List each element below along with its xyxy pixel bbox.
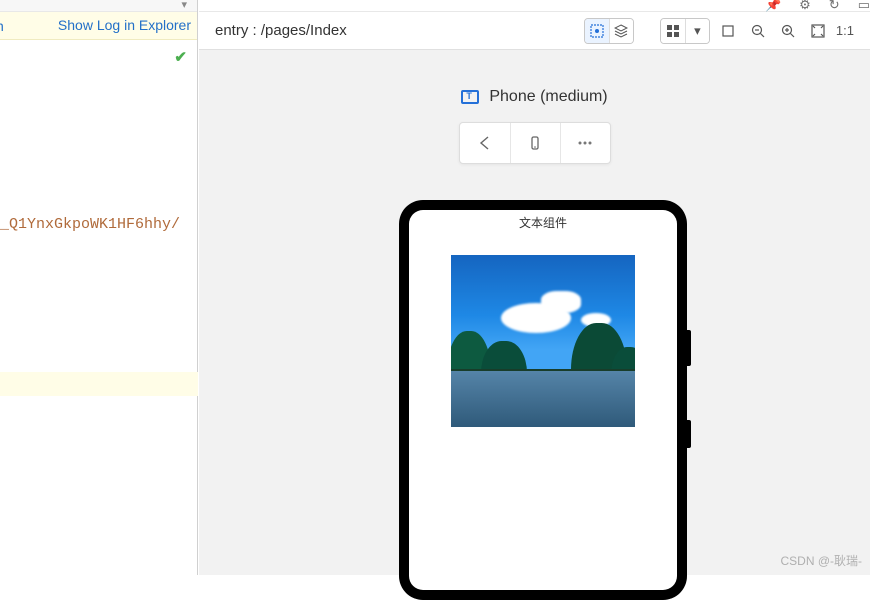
crop-button[interactable] xyxy=(716,19,740,43)
device-control-group xyxy=(459,122,611,164)
entry-bar: entry : /pages/Index ▾ xyxy=(199,12,870,50)
layout-group: ▾ xyxy=(660,18,710,44)
phone-screen: 文本组件 xyxy=(409,210,677,590)
inspect-group xyxy=(584,18,634,44)
device-controls xyxy=(199,122,870,164)
inspect-button[interactable] xyxy=(585,19,609,43)
view-icon[interactable]: ▭ xyxy=(858,0,870,13)
grid-button[interactable] xyxy=(661,19,685,43)
layout-dropdown[interactable]: ▾ xyxy=(685,19,709,43)
layers-button[interactable] xyxy=(609,19,633,43)
entry-path: entry : /pages/Index xyxy=(215,22,347,39)
device-type-icon xyxy=(461,90,479,104)
back-button[interactable] xyxy=(460,123,510,163)
link-fragment[interactable]: n xyxy=(0,18,4,34)
show-log-link[interactable]: Show Log in Explorer xyxy=(58,17,191,33)
check-icon: ✔ xyxy=(174,49,187,66)
fit-button[interactable] xyxy=(806,19,830,43)
highlight-row xyxy=(0,372,198,396)
phone-frame: 文本组件 xyxy=(399,200,687,600)
entry-tools: ▾ 1:1 xyxy=(584,18,854,44)
dropdown-arrow-icon[interactable]: ▾ xyxy=(181,0,187,11)
phone-side-button xyxy=(687,330,691,366)
status-row: ✔ xyxy=(0,40,197,74)
right-top-bar: 📌 ⚙ ↻ ▭ xyxy=(199,0,870,12)
left-header: Show Log in Explorer xyxy=(0,12,197,40)
refresh-icon[interactable]: ↻ xyxy=(829,0,840,13)
pin-icon[interactable]: 📌 xyxy=(765,0,781,13)
device-label: Phone (medium) xyxy=(489,88,607,106)
phone-side-button xyxy=(687,420,691,448)
preview-canvas: Phone (medium) 文本组件 xyxy=(199,50,870,575)
device-label-row: Phone (medium) xyxy=(199,50,870,106)
watermark: CSDN @-耿瑞- xyxy=(780,552,862,569)
rotate-button[interactable] xyxy=(510,123,560,163)
zoom-ratio[interactable]: 1:1 xyxy=(836,19,854,43)
settings-icon[interactable]: ⚙ xyxy=(799,0,811,13)
image-component xyxy=(451,255,635,427)
zoom-in-button[interactable] xyxy=(776,19,800,43)
code-fragment: _Q1YnxGkpoWK1HF6hhy/ xyxy=(0,216,180,233)
zoom-out-button[interactable] xyxy=(746,19,770,43)
left-panel: ▾ n Show Log in Explorer ✔ _Q1YnxGkpoWK1… xyxy=(0,0,198,575)
previewer-panel: 📌 ⚙ ↻ ▭ entry : /pages/Index ▾ xyxy=(199,0,870,575)
left-top-bar: ▾ xyxy=(0,0,197,12)
more-button[interactable] xyxy=(560,123,610,163)
text-component: 文本组件 xyxy=(409,210,677,231)
